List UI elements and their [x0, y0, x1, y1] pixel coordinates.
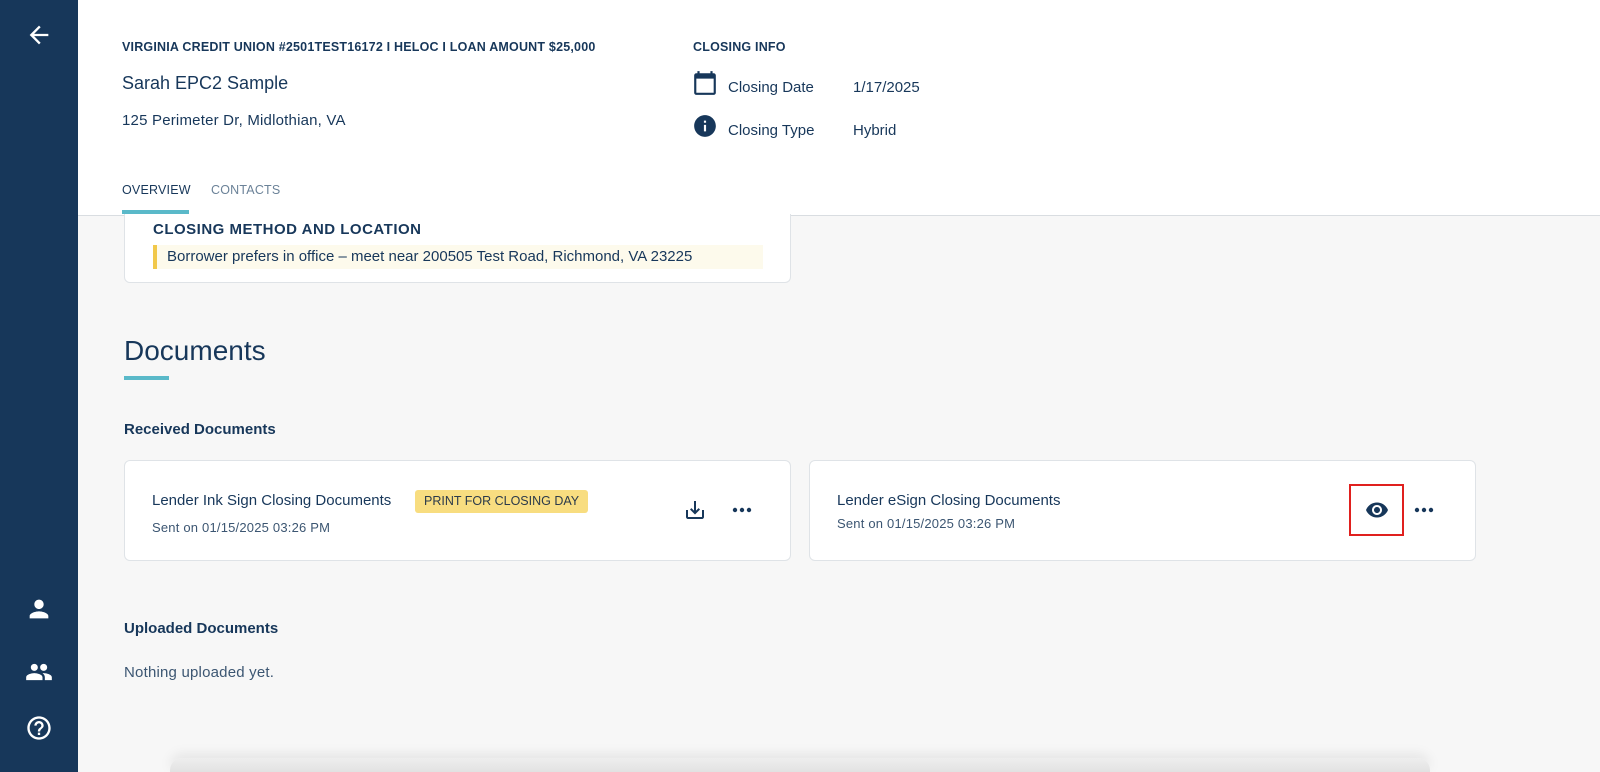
closing-type-label: Closing Type — [728, 122, 815, 139]
closing-type-value: Hybrid — [853, 122, 897, 139]
document-name: Lender Ink Sign Closing Documents — [152, 492, 392, 509]
loan-title: VIRGINIA CREDIT UNION #2501TEST16172 I H… — [122, 40, 596, 54]
more-options-button[interactable] — [726, 494, 758, 526]
uploaded-empty-message: Nothing uploaded yet. — [124, 664, 275, 681]
contacts-button[interactable] — [21, 654, 57, 690]
document-name: Lender eSign Closing Documents — [837, 492, 1061, 509]
eye-icon — [1366, 502, 1388, 518]
document-card-esign: Lender eSign Closing Documents Sent on 0… — [809, 460, 1476, 561]
property-address: 125 Perimeter Dr, Midlothian, VA — [122, 112, 346, 129]
closing-info-heading: CLOSING INFO — [693, 40, 786, 54]
borrower-name: Sarah EPC2 Sample — [122, 73, 289, 93]
help-circle-icon — [27, 716, 51, 740]
profile-button[interactable] — [21, 591, 57, 627]
loan-header: VIRGINIA CREDIT UNION #2501TEST16172 I H… — [78, 0, 1600, 216]
view-document-button[interactable] — [1361, 494, 1393, 526]
print-badge: PRINT FOR CLOSING DAY — [415, 490, 589, 513]
help-button[interactable] — [21, 710, 57, 746]
more-horizontal-icon — [732, 507, 752, 513]
received-documents-label: Received Documents — [124, 421, 276, 438]
closing-date-value: 1/17/2025 — [853, 79, 920, 96]
download-button[interactable] — [679, 494, 711, 526]
document-card-ink-sign: Lender Ink Sign Closing Documents PRINT … — [124, 460, 791, 561]
documents-title-underline — [124, 376, 169, 380]
documents-title: Documents — [124, 335, 266, 366]
back-button[interactable] — [21, 17, 57, 53]
bottom-panel-edge — [170, 758, 1430, 772]
download-icon — [686, 501, 704, 519]
uploaded-documents-label: Uploaded Documents — [124, 620, 279, 637]
document-sent-date: Sent on 01/15/2025 03:26 PM — [837, 516, 1016, 531]
more-horizontal-icon — [1414, 507, 1434, 513]
closing-date-label: Closing Date — [728, 79, 814, 96]
calendar-icon — [692, 70, 718, 96]
sidebar — [0, 0, 78, 772]
tab-contacts[interactable]: CONTACTS — [211, 183, 280, 197]
more-options-button[interactable] — [1408, 494, 1440, 526]
closing-method-title: CLOSING METHOD AND LOCATION — [153, 221, 422, 238]
tab-overview[interactable]: OVERVIEW — [122, 183, 191, 197]
arrow-left-icon — [29, 25, 49, 45]
people-icon — [26, 663, 52, 681]
closing-method-card: CLOSING METHOD AND LOCATION Borrower pre… — [124, 214, 791, 283]
info-icon — [692, 113, 718, 139]
person-icon — [29, 599, 49, 619]
closing-method-note: Borrower prefers in office – meet near 2… — [153, 245, 763, 269]
document-sent-date: Sent on 01/15/2025 03:26 PM — [152, 520, 331, 535]
